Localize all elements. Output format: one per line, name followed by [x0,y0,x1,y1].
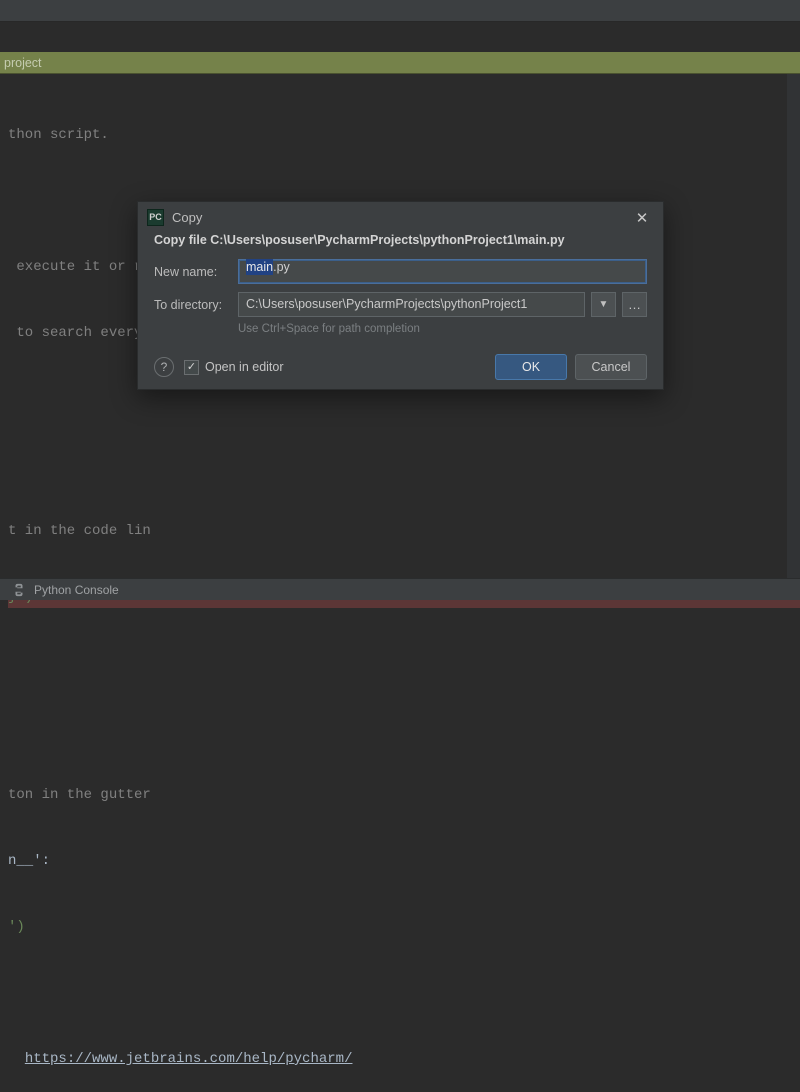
code-line [8,388,800,410]
pycharm-icon: PC [147,209,164,226]
ok-button[interactable]: OK [495,354,567,380]
close-icon[interactable]: ✕ [630,206,654,230]
help-link[interactable]: https://www.jetbrains.com/help/pycharm/ [25,1051,353,1067]
open-in-editor-label: Open in editor [205,360,284,374]
copy-dialog: PC Copy ✕ Copy file C:\Users\posuser\Pyc… [137,201,664,390]
checkbox-box: ✓ [184,360,199,375]
editor-tab[interactable]: project [0,52,800,74]
python-console-label[interactable]: Python Console [34,583,119,597]
code-line: n__': [8,850,800,872]
new-name-selection: main [246,259,273,275]
code-line [8,454,800,476]
toolbar-area [0,22,800,52]
browse-button[interactable]: … [622,292,647,317]
status-bar: Python Console [0,578,800,600]
editor-scrollbar[interactable] [786,74,800,578]
code-line: thon script. [8,124,800,146]
ellipsis-icon: … [628,297,641,312]
code-line [8,652,800,674]
help-icon: ? [161,360,168,374]
directory-dropdown-button[interactable]: ▼ [591,292,616,317]
python-icon [12,583,26,597]
title-bar [0,0,800,22]
dialog-title: Copy [172,210,630,225]
dialog-titlebar[interactable]: PC Copy ✕ [138,202,663,233]
chevron-down-icon: ▼ [599,299,609,310]
code-line: ton in the gutter [8,784,800,806]
code-line: https://www.jetbrains.com/help/pycharm/ [8,1048,800,1070]
new-name-input[interactable]: main.py [238,259,647,284]
code-line: t in the code lin [8,520,800,542]
dialog-subtitle: Copy file C:\Users\posuser\PycharmProjec… [154,233,647,247]
code-line: ') [8,916,800,938]
cancel-button[interactable]: Cancel [575,354,647,380]
to-directory-input[interactable]: C:\Users\posuser\PycharmProjects\pythonP… [238,292,585,317]
to-directory-label: To directory: [154,298,238,312]
code-line [8,718,800,740]
open-in-editor-checkbox[interactable]: ✓ Open in editor [184,360,284,375]
path-completion-hint: Use Ctrl+Space for path completion [238,323,647,335]
help-button[interactable]: ? [154,357,174,377]
code-line [8,982,800,1004]
editor-tab-label: project [4,56,42,70]
new-name-label: New name: [154,265,238,279]
